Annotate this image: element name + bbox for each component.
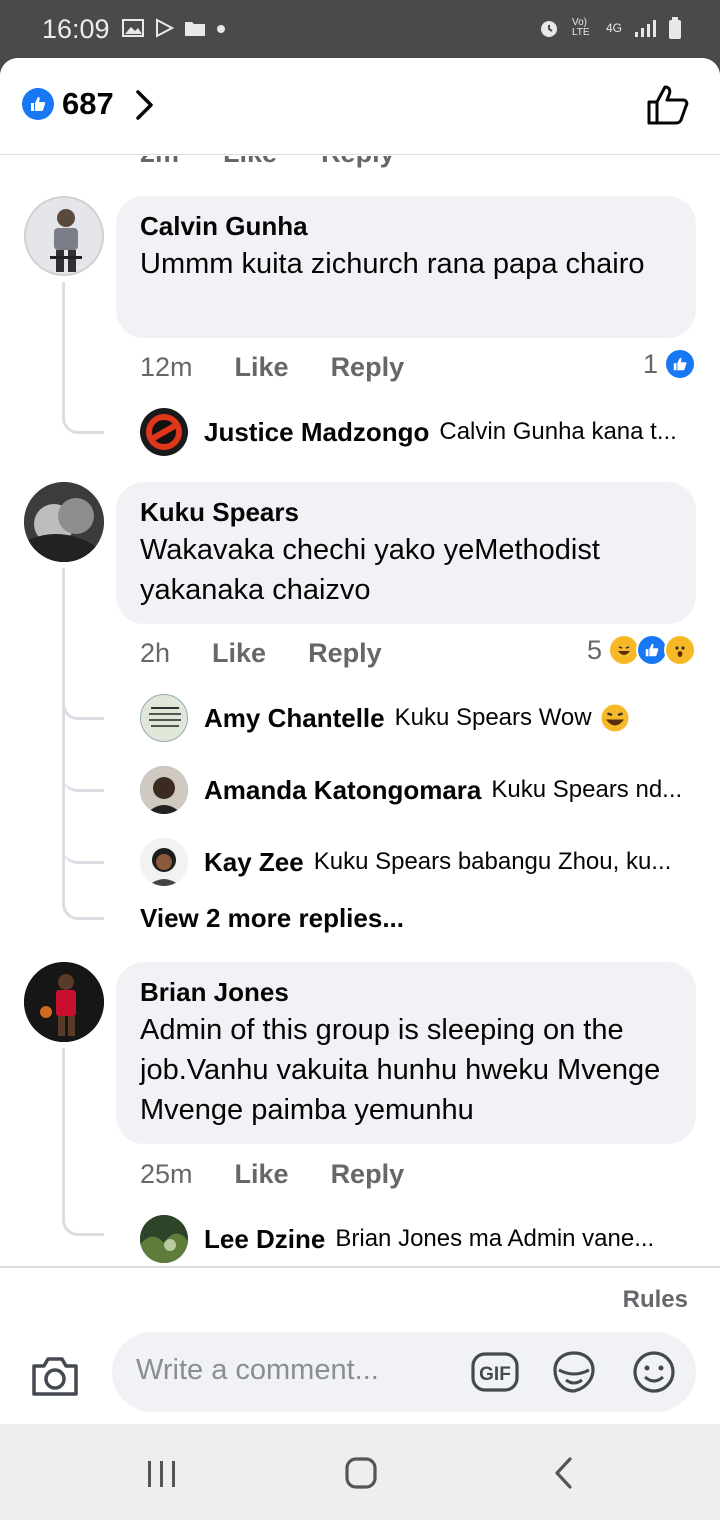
comment-actions: 2h Like Reply	[140, 638, 382, 669]
comment-bubble[interactable]: Brian Jones Admin of this group is sleep…	[116, 962, 696, 1144]
thread-line	[62, 282, 104, 434]
view-more-replies-link[interactable]: View 2 more replies...	[140, 903, 404, 934]
reply-link[interactable]: Reply	[321, 156, 395, 169]
comment-time: 12m	[140, 352, 193, 382]
comment-author[interactable]: Kuku Spears	[140, 496, 672, 528]
reaction-summary[interactable]: 1	[643, 348, 696, 380]
dot-icon	[217, 25, 225, 33]
play-store-icon	[156, 18, 174, 38]
emoji-icon[interactable]	[630, 1348, 678, 1396]
chevron-right-icon[interactable]	[134, 88, 156, 122]
comment-text: Ummm kuita zichurch rana papa chairo	[140, 248, 645, 280]
reply-item[interactable]: Amanda Katongomara Kuku Spears nd...	[140, 766, 696, 814]
thread-line	[62, 1048, 104, 1236]
comment-bubble[interactable]: Kuku Spears Wakavaka chechi yako yeMetho…	[116, 482, 696, 624]
comment-bubble[interactable]: Calvin Gunha Ummm kuita zichurch rana pa…	[116, 196, 696, 338]
comment-author[interactable]: Calvin Gunha	[140, 210, 672, 242]
gif-label: GIF	[479, 1364, 511, 1385]
thumbs-up-outline-icon[interactable]	[646, 84, 690, 126]
signal-icon	[635, 20, 656, 37]
reply-link[interactable]: Reply	[331, 1159, 405, 1190]
avatar[interactable]	[140, 838, 188, 886]
reply-author[interactable]: Kay Zee	[204, 847, 304, 878]
reply-link[interactable]: Reply	[331, 352, 405, 383]
gif-icon[interactable]: GIF	[470, 1348, 520, 1396]
system-nav-bar	[0, 1424, 720, 1520]
battery-icon	[669, 17, 681, 39]
status-right-icons: Vo) LTE 4G	[538, 16, 682, 40]
comment-actions: 25m Like Reply	[140, 1159, 404, 1190]
volte-indicator: Vo) LTE	[571, 17, 590, 38]
avatar[interactable]	[140, 694, 188, 742]
reaction-count: 1	[642, 348, 658, 379]
comment-author[interactable]: Brian Jones	[140, 976, 672, 1008]
avatar[interactable]	[140, 1215, 188, 1263]
alarm-icon	[540, 21, 557, 37]
reply-author[interactable]: Justice Madzongo	[204, 417, 429, 448]
avatar[interactable]	[140, 766, 188, 814]
like-icon	[22, 88, 54, 120]
rules-link[interactable]: Rules	[623, 1286, 688, 1314]
comment-input[interactable]: Write a comment... GIF	[112, 1332, 696, 1412]
gallery-icon	[122, 19, 144, 37]
reaction-count: 5	[586, 634, 602, 665]
comment-composer: Rules Write a comment... GIF	[0, 1266, 720, 1424]
like-link[interactable]: Like	[235, 352, 289, 383]
avatar[interactable]	[24, 482, 104, 562]
reaction-summary[interactable]: 5	[587, 634, 696, 666]
cut-off-actions: 2m Like Reply	[140, 156, 395, 169]
reply-author[interactable]: Amy Chantelle	[204, 703, 385, 734]
status-bar: 16:09 Vo) LTE 4G	[0, 0, 720, 58]
reply-item[interactable]: Justice Madzongo Calvin Gunha kana t...	[140, 408, 696, 456]
like-count[interactable]: 687	[62, 86, 114, 122]
reply-text: Calvin Gunha kana t...	[439, 418, 677, 445]
comment-time: 25m	[140, 1159, 193, 1189]
thread-line	[62, 568, 104, 920]
reply-link[interactable]: Reply	[308, 638, 382, 669]
avatar[interactable]	[24, 196, 104, 276]
like-link[interactable]: Like	[235, 1159, 289, 1190]
avatar[interactable]	[140, 408, 188, 456]
like-link[interactable]: Like	[223, 156, 277, 169]
back-icon[interactable]	[552, 1456, 576, 1490]
comment-text: Admin of this group is sleeping on the j…	[140, 1014, 661, 1126]
recent-apps-icon[interactable]	[146, 1460, 178, 1488]
home-icon[interactable]	[344, 1456, 378, 1490]
haha-icon	[601, 704, 629, 732]
status-left-icons	[122, 18, 226, 38]
comment-time: 2h	[140, 638, 171, 668]
comments-list[interactable]: 2m Like Reply Calvin Gunha Ummm kuita zi…	[0, 156, 720, 1266]
reply-author[interactable]: Lee Dzine	[204, 1224, 325, 1255]
reply-text: Brian Jones ma Admin vane...	[335, 1225, 655, 1252]
status-time: 16:09	[42, 14, 110, 44]
network-indicator: 4G	[605, 21, 622, 35]
like-icon	[664, 348, 696, 380]
reactions-header: 687	[0, 58, 720, 155]
reply-item[interactable]: Kay Zee Kuku Spears babangu Zhou, ku...	[140, 838, 696, 886]
wow-icon	[664, 634, 696, 666]
reply-text: Kuku Spears Wow	[394, 704, 592, 731]
comment-time: 2m	[140, 156, 179, 169]
reply-text: Kuku Spears nd...	[491, 776, 683, 803]
comments-sheet: 687 2m Like Reply Calvin Gunha Ummm kuit…	[0, 58, 720, 1424]
reply-item[interactable]: Lee Dzine Brian Jones ma Admin vane...	[140, 1215, 696, 1263]
comment-text: Wakavaka chechi yako yeMethodist yakanak…	[140, 534, 600, 606]
reply-author[interactable]: Amanda Katongomara	[204, 775, 481, 806]
folder-icon	[185, 22, 205, 36]
comment-actions: 12m Like Reply	[140, 352, 404, 383]
reply-text: Kuku Spears babangu Zhou, ku...	[313, 848, 672, 875]
like-link[interactable]: Like	[212, 638, 266, 669]
comment-placeholder: Write a comment...	[136, 1354, 379, 1386]
camera-icon[interactable]	[30, 1354, 80, 1398]
sticker-icon[interactable]	[550, 1348, 598, 1396]
avatar[interactable]	[24, 962, 104, 1042]
reply-item[interactable]: Amy Chantelle Kuku Spears Wow	[140, 694, 696, 742]
